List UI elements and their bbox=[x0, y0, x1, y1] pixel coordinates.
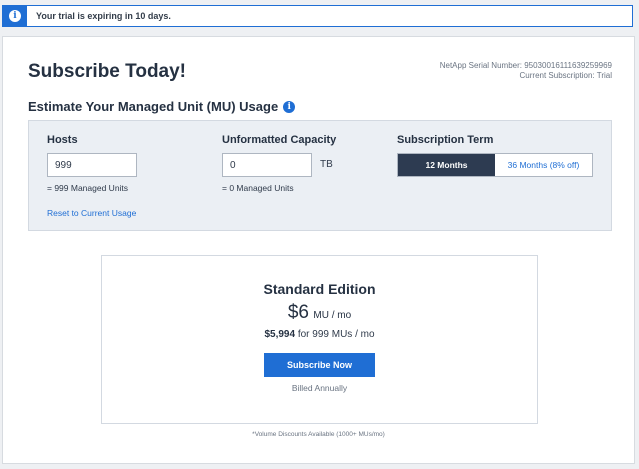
current-subscription: Current Subscription: Trial bbox=[519, 71, 612, 80]
hosts-label: Hosts bbox=[47, 134, 78, 146]
hosts-input[interactable] bbox=[47, 153, 137, 177]
capacity-label: Unformatted Capacity bbox=[222, 134, 337, 146]
capacity-input[interactable] bbox=[222, 153, 312, 177]
subscription-card: Subscribe Today! NetApp Serial Number: 9… bbox=[2, 36, 635, 464]
subscribe-now-button[interactable]: Subscribe Now bbox=[264, 353, 375, 377]
serial-number: NetApp Serial Number: 950300161116392599… bbox=[439, 61, 612, 70]
reset-usage-link[interactable]: Reset to Current Usage bbox=[47, 208, 136, 218]
info-icon: i bbox=[9, 10, 21, 22]
capacity-mu-note: = 0 Managed Units bbox=[222, 183, 294, 193]
total-amount: $5,994 bbox=[264, 329, 296, 340]
estimate-heading-text: Estimate Your Managed Unit (MU) Usage bbox=[28, 99, 279, 114]
edition-name: Standard Edition bbox=[263, 281, 376, 297]
hosts-mu-note: = 999 Managed Units bbox=[47, 183, 129, 193]
billing-note: Billed Annually bbox=[291, 383, 348, 393]
subscription-info: NetApp Serial Number: 950300161116392599… bbox=[440, 61, 612, 81]
estimate-heading: Estimate Your Managed Unit (MU) Usage i bbox=[28, 99, 296, 114]
volume-discount-note: *Volume Discounts Available (1000+ MUs/m… bbox=[252, 431, 385, 438]
monthly-total: $5,994 for 999 MUs / mo bbox=[102, 329, 537, 340]
price-per-mu: $6 MU / mo bbox=[102, 302, 537, 324]
info-icon[interactable]: i bbox=[283, 100, 296, 113]
capacity-unit: TB bbox=[320, 159, 333, 170]
term-toggle: 12 Months 36 Months (8% off) bbox=[397, 153, 593, 177]
price-unit: MU / mo bbox=[313, 310, 352, 321]
term-36-months-button[interactable]: 36 Months (8% off) bbox=[495, 154, 592, 176]
estimate-panel: Hosts = 999 Managed Units Reset to Curre… bbox=[28, 120, 612, 231]
trial-banner: i Your trial is expiring in 10 days. bbox=[2, 5, 633, 27]
term-12-months-button[interactable]: 12 Months bbox=[398, 154, 495, 176]
term-label: Subscription Term bbox=[397, 134, 494, 146]
edition-card: Standard Edition $6 MU / mo $5,994 for 9… bbox=[101, 255, 538, 424]
price-value: $6 bbox=[287, 302, 309, 323]
banner-icon-container: i bbox=[3, 6, 27, 26]
page-title: Subscribe Today! bbox=[28, 61, 187, 82]
trial-message: Your trial is expiring in 10 days. bbox=[36, 11, 171, 21]
total-description: for 999 MUs / mo bbox=[297, 329, 375, 340]
